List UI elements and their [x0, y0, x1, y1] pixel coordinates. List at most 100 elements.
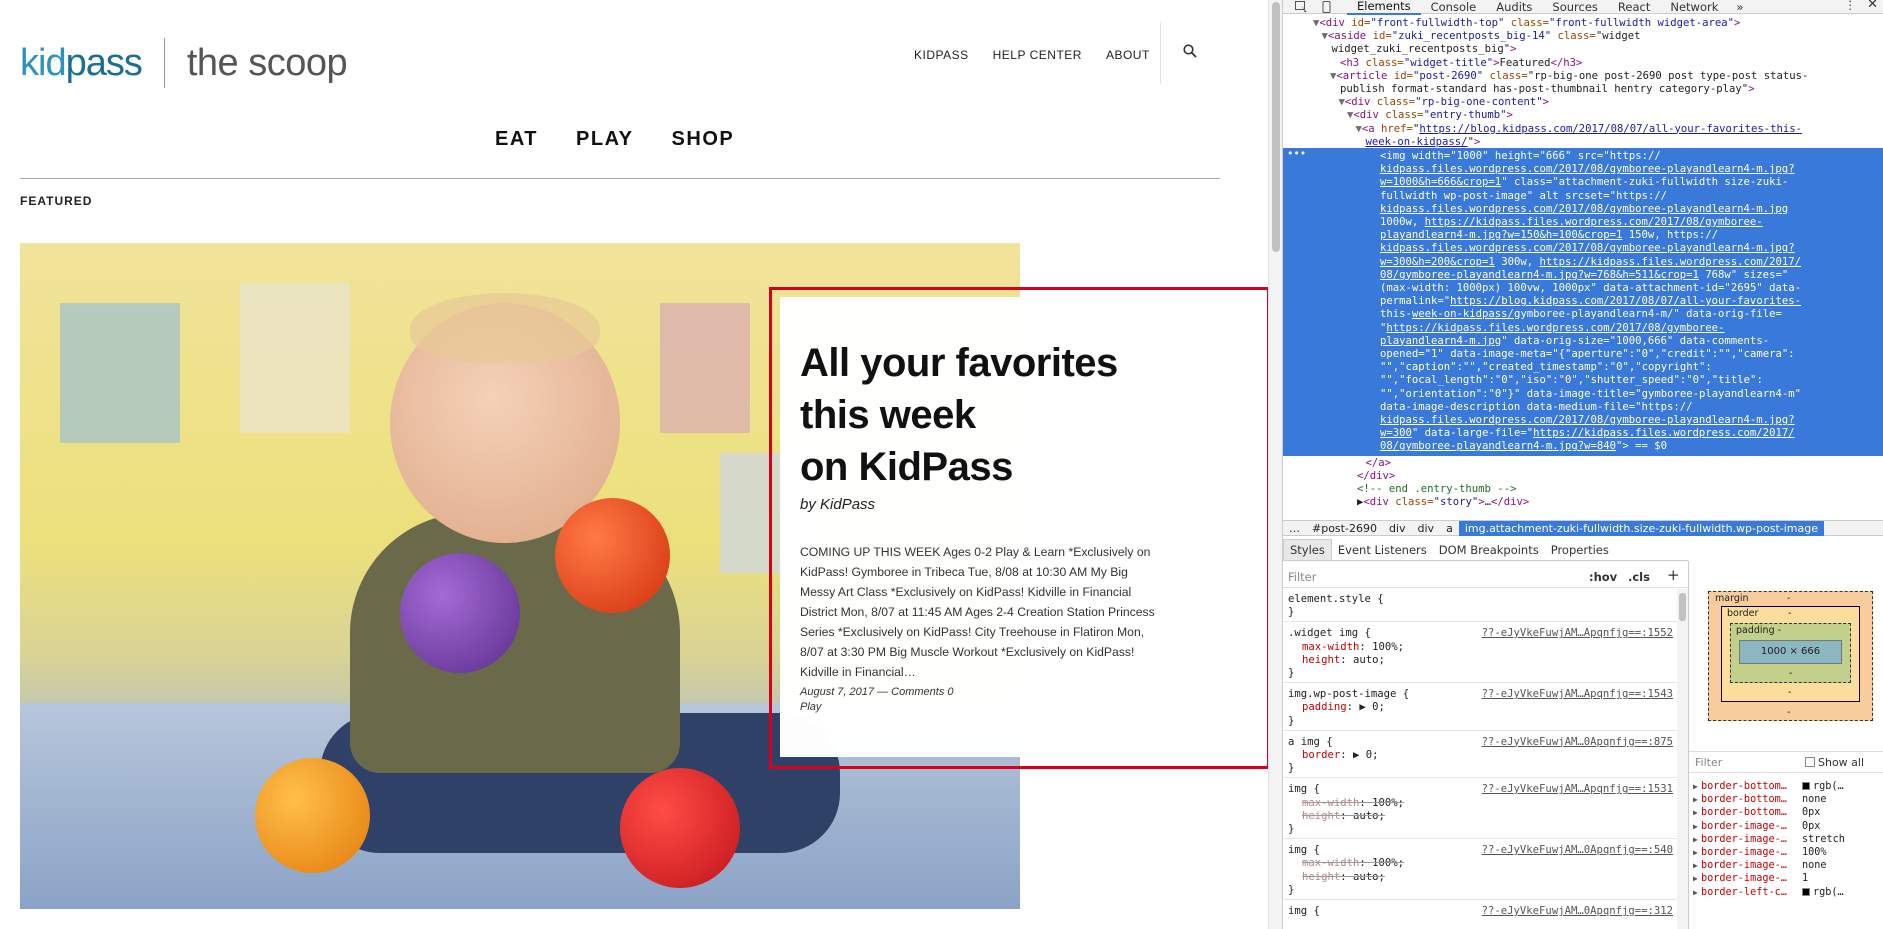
styles-scrollbar[interactable]	[1677, 589, 1688, 929]
css-source-link[interactable]: ??-eJyVkeFuwjAM…Apqnfjg==:1543	[1482, 688, 1673, 701]
dom-node-line[interactable]: <h3 class="widget-title">Featured</h3>	[1340, 57, 1582, 70]
selected-img-node[interactable]: ••• <img width="1000" height="666" src="h…	[1283, 148, 1883, 456]
dom-node-line[interactable]: ▼<aside id="zuki_recentposts_big-14" cla…	[1322, 30, 1641, 43]
story-comments[interactable]: Comments 0	[891, 686, 953, 698]
dom-node-line[interactable]: </div>	[1357, 470, 1395, 483]
breadcrumb-item[interactable]: div	[1383, 522, 1412, 535]
expand-arrow-icon[interactable]: ▶	[1693, 846, 1698, 859]
dom-node-line[interactable]: <!-- end .entry-thumb -->	[1357, 483, 1516, 496]
css-rule[interactable]: a img {??-eJyVkeFuwjAM…0Apqnfjg==:875 bor…	[1288, 736, 1673, 776]
devtools-menu-icon[interactable]: ⋮	[1845, 0, 1857, 12]
css-source-link[interactable]: ??-eJyVkeFuwjAM…0Apqnfjg==:312	[1482, 905, 1673, 918]
css-property[interactable]: height: auto;	[1288, 810, 1673, 823]
css-source-link[interactable]: ??-eJyVkeFuwjAM…0Apqnfjg==:875	[1482, 736, 1673, 749]
dom-node-line[interactable]: ▼<article id="post-2690" class="rp-big-o…	[1330, 70, 1808, 83]
computed-property[interactable]: ▶ border-bottom… none	[1689, 793, 1883, 806]
node-actions-ellipsis[interactable]: •••	[1287, 148, 1306, 161]
expand-arrow-icon[interactable]: ▶	[1693, 780, 1698, 793]
site-logo[interactable]: kidpass the scoop	[20, 38, 348, 88]
tab-console[interactable]: Console	[1421, 0, 1487, 14]
computed-property[interactable]: ▶ border-bottom… 0px	[1689, 806, 1883, 819]
show-all-toggle[interactable]: Show all	[1805, 756, 1864, 769]
css-rule[interactable]: element.style {}	[1288, 593, 1673, 619]
expand-arrow-icon[interactable]: ▶	[1693, 859, 1698, 872]
css-property[interactable]: max-width: 100%;	[1288, 797, 1673, 810]
tab-sources[interactable]: Sources	[1542, 0, 1608, 14]
dom-node-line[interactable]: widget_zuki_recentposts_big">	[1332, 43, 1517, 56]
css-property[interactable]: border: ▶ 0;	[1288, 749, 1673, 762]
inspect-element-icon[interactable]	[1283, 0, 1307, 14]
story-category[interactable]: Play	[800, 701, 821, 713]
expand-arrow-icon[interactable]: ▶	[1693, 793, 1698, 806]
subtab-dom-breakpoints[interactable]: DOM Breakpoints	[1433, 540, 1545, 560]
css-selector[interactable]: element.style {	[1288, 593, 1673, 606]
breadcrumb-item[interactable]: a	[1440, 522, 1459, 535]
computed-property[interactable]: ▶ border-image-… stretch	[1689, 833, 1883, 846]
tab-audits[interactable]: Audits	[1486, 0, 1542, 14]
css-rule[interactable]: img.wp-post-image {??-eJyVkeFuwjAM…Apqnf…	[1288, 688, 1673, 728]
css-property[interactable]: height: auto;	[1288, 871, 1673, 884]
css-property[interactable]: padding: ▶ 0;	[1288, 701, 1673, 714]
tab-react[interactable]: React	[1608, 0, 1660, 14]
css-source-link[interactable]: ??-eJyVkeFuwjAM…0Apqnfjg==:540	[1482, 844, 1673, 857]
nav-about[interactable]: ABOUT	[1106, 48, 1150, 62]
expand-arrow-icon[interactable]: ▶	[1693, 872, 1698, 885]
breadcrumb-item[interactable]: …	[1283, 522, 1306, 535]
dom-node-line[interactable]: </a>	[1366, 457, 1392, 470]
expand-arrow-icon[interactable]: ▶	[1693, 886, 1698, 899]
page-scrollbar[interactable]	[1268, 0, 1282, 929]
device-toolbar-icon[interactable]	[1305, 0, 1331, 14]
category-eat[interactable]: EAT	[495, 128, 538, 151]
css-rule[interactable]: img {??-eJyVkeFuwjAM…0Apqnfjg==:540 max-w…	[1288, 844, 1673, 897]
tab-network[interactable]: Network	[1660, 0, 1728, 14]
category-play[interactable]: PLAY	[576, 128, 634, 151]
dom-node-line[interactable]: ▼<div class="entry-thumb">	[1347, 109, 1513, 122]
nav-kidpass[interactable]: KIDPASS	[914, 48, 969, 62]
css-rule[interactable]: img {??-eJyVkeFuwjAM…Apqnfjg==:1531 max-w…	[1288, 783, 1673, 836]
dom-node-line[interactable]: ▶<div class="story">…</div>	[1357, 496, 1529, 509]
tab-elements[interactable]: Elements	[1347, 0, 1421, 15]
dom-node-line[interactable]: ▼<a href="https://blog.kidpass.com/2017/…	[1356, 123, 1803, 136]
expand-arrow-icon[interactable]: ▶	[1693, 820, 1698, 833]
dom-node-line[interactable]: ▼<div class="rp-big-one-content">	[1339, 96, 1550, 109]
subtab-styles[interactable]: Styles	[1283, 538, 1332, 561]
more-tabs-button[interactable]: »	[1728, 0, 1751, 14]
css-rule[interactable]: .widget img {??-eJyVkeFuwjAM…Apqnfjg==:1…	[1288, 627, 1673, 680]
computed-filter-input[interactable]: Filter	[1695, 756, 1722, 769]
hov-toggle[interactable]: :hov	[1589, 570, 1617, 584]
computed-property[interactable]: ▶ border-image-… none	[1689, 859, 1883, 872]
computed-property[interactable]: ▶ border-bottom… rgb(…	[1689, 780, 1883, 793]
color-swatch-icon[interactable]	[1802, 887, 1810, 896]
styles-scrollbar-thumb[interactable]	[1679, 593, 1686, 621]
css-property[interactable]: max-width: 100%;	[1288, 641, 1673, 654]
css-source-link[interactable]: ??-eJyVkeFuwjAM…Apqnfjg==:1552	[1482, 627, 1673, 640]
story-date[interactable]: August 7, 2017	[800, 686, 874, 698]
dom-node-line[interactable]: ▼<div id="front-fullwidth-top" class="fr…	[1313, 17, 1740, 30]
styles-filter-input[interactable]: Filter	[1288, 570, 1316, 584]
css-rule[interactable]: img {??-eJyVkeFuwjAM…0Apqnfjg==:312	[1288, 905, 1673, 918]
css-property[interactable]: height: auto;	[1288, 654, 1673, 667]
page-scrollbar-thumb[interactable]	[1272, 2, 1280, 252]
subtab-event-listeners[interactable]: Event Listeners	[1332, 540, 1433, 560]
category-shop[interactable]: SHOP	[672, 128, 735, 151]
show-all-checkbox[interactable]	[1805, 757, 1815, 767]
breadcrumb-item[interactable]: div	[1412, 522, 1441, 535]
computed-property[interactable]: ▶ border-image-… 0px	[1689, 820, 1883, 833]
story-title[interactable]: All your favorites this week on KidPass	[800, 337, 1160, 493]
css-source-link[interactable]: ??-eJyVkeFuwjAM…Apqnfjg==:1531	[1482, 783, 1673, 796]
css-property[interactable]: max-width: 100%;	[1288, 857, 1673, 870]
new-style-rule-button[interactable]: +	[1667, 566, 1680, 584]
styles-pane[interactable]: element.style {} .widget img {??-eJyVkeFu…	[1283, 589, 1677, 929]
computed-property[interactable]: ▶ border-image-… 1	[1689, 872, 1883, 885]
devtools-close-icon[interactable]: ✕	[1867, 0, 1878, 12]
cls-toggle[interactable]: .cls	[1628, 570, 1650, 584]
nav-help-center[interactable]: HELP CENTER	[993, 48, 1082, 62]
breadcrumb-current[interactable]: img.attachment-zuki-fullwidth.size-zuki-…	[1458, 520, 1824, 536]
breadcrumb-item[interactable]: #post-2690	[1306, 522, 1383, 535]
expand-arrow-icon[interactable]: ▶	[1693, 833, 1698, 846]
computed-property[interactable]: ▶ border-image-… 100%	[1689, 846, 1883, 859]
dom-node-line[interactable]: publish format-standard has-post-thumbna…	[1340, 83, 1755, 96]
expand-arrow-icon[interactable]: ▶	[1693, 806, 1698, 819]
story-author[interactable]: by KidPass	[800, 496, 875, 513]
dom-tree[interactable]: ▼<div id="front-fullwidth-top" class="fr…	[1283, 15, 1883, 520]
